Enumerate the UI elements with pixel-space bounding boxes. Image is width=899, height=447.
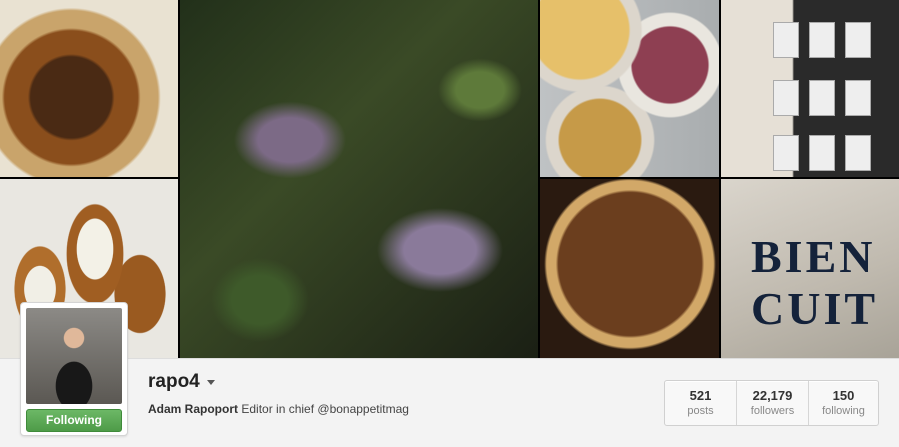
stat-followers-count: 22,179 [752, 388, 793, 403]
magazine-cover [809, 22, 835, 58]
username: rapo4 [148, 371, 200, 392]
following-button[interactable]: Following [26, 409, 122, 432]
avatar[interactable] [26, 308, 122, 404]
avatar-card: Following [20, 302, 128, 436]
photo-purple-lettuce[interactable] [180, 0, 538, 358]
bio-text: Editor in chief @bonappetitmag [241, 402, 409, 416]
magazine-cover [773, 135, 799, 171]
cover-photo-mosaic: BIEN CUIT [0, 0, 899, 358]
stat-followers-label: followers [750, 405, 795, 417]
stat-followers[interactable]: 22,179 followers [736, 381, 808, 425]
bag-printed-text: BIEN CUIT [751, 231, 879, 334]
bio: Adam Rapoport Editor in chief @bonappeti… [148, 402, 409, 416]
stat-posts[interactable]: 521 posts [665, 381, 736, 425]
stat-posts-label: posts [687, 405, 714, 417]
magazine-cover [773, 80, 799, 116]
photo-magazine-rack[interactable] [721, 0, 899, 177]
stat-posts-count: 521 [689, 388, 712, 403]
magazine-cover [845, 135, 871, 171]
stat-following-label: following [822, 405, 865, 417]
stat-following-count: 150 [832, 388, 855, 403]
magazine-cover [809, 135, 835, 171]
photo-bean-soup[interactable] [540, 179, 719, 358]
stats-box: 521 posts 22,179 followers 150 following [664, 380, 879, 426]
photo-food-tray[interactable] [540, 0, 719, 177]
magazine-cover [845, 80, 871, 116]
full-name: Adam Rapoport [148, 402, 238, 416]
chevron-down-icon[interactable] [206, 379, 215, 385]
username-row: rapo4 [148, 371, 215, 393]
magazine-cover [845, 22, 871, 58]
photo-bakery-bag[interactable]: BIEN CUIT [721, 179, 899, 358]
photo-grilled-grapefruit[interactable] [0, 0, 178, 177]
profile-page: BIEN CUIT Following rapo4 Adam Rapoport … [0, 0, 899, 447]
magazine-cover [809, 80, 835, 116]
stat-following[interactable]: 150 following [808, 381, 878, 425]
magazine-cover [773, 22, 799, 58]
